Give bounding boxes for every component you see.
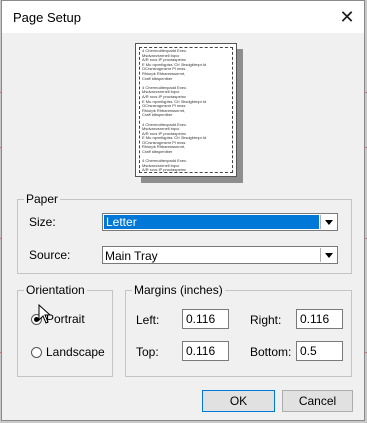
source-label: Source:: [29, 248, 71, 262]
top-margin-field[interactable]: [182, 341, 229, 361]
right-margin-label: Right:: [250, 313, 282, 327]
left-margin-label: Left:: [136, 313, 160, 327]
cancel-button[interactable]: Cancel: [282, 390, 353, 412]
paper-source-select[interactable]: Main Tray: [102, 246, 338, 264]
right-margin-field[interactable]: [296, 309, 343, 329]
chevron-down-icon[interactable]: [320, 215, 336, 229]
title-bar: Page Setup ✕: [2, 1, 364, 33]
paper-size-select[interactable]: Letter: [102, 213, 338, 231]
preview-sample-text: 4 Chermo#texpadd Exec. Msdvaxvsnrnell bq…: [139, 47, 233, 173]
page-setup-dialog: Page Setup ✕ 4 Chermo#texpadd Exec. Msdv…: [1, 0, 365, 421]
orientation-legend: Orientation: [26, 283, 85, 297]
landscape-label: Landscape: [46, 345, 105, 359]
landscape-radio[interactable]: Landscape: [31, 345, 105, 359]
paper-legend: Paper: [26, 192, 59, 206]
dialog-title: Page Setup: [13, 10, 81, 25]
paper-size-value: Letter: [104, 215, 319, 229]
chevron-down-icon[interactable]: [320, 248, 336, 262]
left-margin-field[interactable]: [182, 309, 229, 329]
bottom-margin-field[interactable]: [296, 341, 343, 361]
ok-button[interactable]: OK: [202, 390, 275, 412]
size-label: Size:: [29, 215, 56, 229]
bottom-margin-label: Bottom:: [250, 345, 292, 359]
close-icon: ✕: [339, 6, 355, 27]
mouse-pointer-icon: [38, 304, 52, 324]
margins-group: Margins (inches): [125, 283, 352, 377]
margins-legend: Margins (inches): [134, 283, 223, 297]
orientation-group: Orientation: [17, 283, 113, 377]
paper-source-value: Main Tray: [105, 249, 158, 263]
close-button[interactable]: ✕: [330, 1, 364, 33]
page-preview: 4 Chermo#texpadd Exec. Msdvaxvsnrnell bq…: [135, 43, 237, 177]
landscape-radio-button[interactable]: [31, 346, 42, 358]
top-margin-label: Top:: [136, 345, 159, 359]
